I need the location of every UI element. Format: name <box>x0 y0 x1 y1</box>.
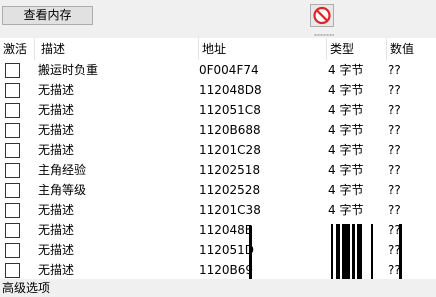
render-artifact <box>371 224 373 279</box>
column-header-type[interactable]: 类型 <box>327 38 387 60</box>
render-artifact <box>331 224 333 279</box>
active-checkbox[interactable] <box>5 183 20 198</box>
description-cell: 主角经验 <box>38 163 87 177</box>
table-row[interactable]: 主角经验 11202518 4 字节 ?? <box>0 160 436 180</box>
address-cell: 0F004F74 <box>199 63 259 77</box>
table-row[interactable]: 无描述 112048D8 4 字节 ?? <box>0 80 436 100</box>
table-row[interactable]: 搬运时负重 0F004F74 4 字节 ?? <box>0 60 436 80</box>
address-cell: 112048D8 <box>199 83 262 97</box>
description-cell: 无描述 <box>38 83 75 97</box>
value-cell: ?? <box>388 143 401 157</box>
active-checkbox[interactable] <box>5 143 20 158</box>
render-artifact <box>336 224 340 279</box>
type-cell: 4 字节 <box>328 123 364 137</box>
splitter-grip-icon[interactable] <box>314 34 334 36</box>
description-cell: 无描述 <box>38 243 75 257</box>
address-cell: 112048E <box>199 223 253 237</box>
active-checkbox[interactable] <box>5 163 20 178</box>
description-cell: 无描述 <box>38 123 75 137</box>
value-cell: ?? <box>388 203 401 217</box>
type-cell: 4 字节 <box>328 63 364 77</box>
table-row[interactable]: 无描述 11201C28 4 字节 ?? <box>0 140 436 160</box>
column-header-value[interactable]: 数值 <box>387 38 436 60</box>
description-cell: 主角等级 <box>38 183 87 197</box>
address-cell: 11202518 <box>199 163 261 177</box>
active-checkbox[interactable] <box>5 263 20 278</box>
table-row[interactable]: 无描述 1120B688 4 字节 ?? <box>0 120 436 140</box>
render-artifact <box>342 224 350 279</box>
address-cell: 112051D <box>199 243 255 257</box>
description-cell: 无描述 <box>38 203 75 217</box>
description-cell: 无描述 <box>38 143 75 157</box>
value-cell: ?? <box>388 163 401 177</box>
address-cell: 11201C38 <box>199 203 261 217</box>
cheat-table: 激活 描述 地址 类型 数值 搬运时负重 0F004F74 4 字节 ?? 无描… <box>0 38 436 279</box>
active-checkbox[interactable] <box>5 83 20 98</box>
active-checkbox[interactable] <box>5 203 20 218</box>
description-cell: 无描述 <box>38 103 75 117</box>
description-cell: 搬运时负重 <box>38 63 99 77</box>
address-cell: 1120B688 <box>199 123 261 137</box>
address-cell: 112051C8 <box>199 103 261 117</box>
active-checkbox[interactable] <box>5 103 20 118</box>
active-checkbox[interactable] <box>5 63 20 78</box>
type-cell: 4 字节 <box>328 143 364 157</box>
no-entry-icon <box>313 6 331 25</box>
render-artifact <box>249 226 252 279</box>
view-memory-button[interactable]: 查看内存 <box>2 6 93 25</box>
value-cell: ?? <box>388 123 401 137</box>
type-cell: 4 字节 <box>328 183 364 197</box>
column-header-active[interactable]: 激活 <box>0 38 35 60</box>
active-checkbox[interactable] <box>5 243 20 258</box>
description-cell: 无描述 <box>38 223 75 237</box>
stop-button[interactable] <box>310 4 334 27</box>
type-cell: 4 字节 <box>328 203 364 217</box>
render-artifact <box>352 224 355 279</box>
render-artifact <box>399 224 402 279</box>
value-cell: ?? <box>388 103 401 117</box>
table-row[interactable]: 主角等级 11202528 4 字节 ?? <box>0 180 436 200</box>
address-cell: 11202528 <box>199 183 261 197</box>
value-cell: ?? <box>388 83 401 97</box>
advanced-options-bar[interactable]: 高级选项 <box>0 279 436 297</box>
column-header-description[interactable]: 描述 <box>38 38 199 60</box>
column-header-address[interactable]: 地址 <box>199 38 327 60</box>
render-artifact <box>357 224 362 279</box>
toolbar: 查看内存 <box>0 0 436 32</box>
value-cell: ?? <box>388 63 401 77</box>
address-cell: 1120B69 <box>199 263 254 277</box>
active-checkbox[interactable] <box>5 223 20 238</box>
address-cell: 11201C28 <box>199 143 261 157</box>
type-cell: 4 字节 <box>328 103 364 117</box>
type-cell: 4 字节 <box>328 83 364 97</box>
table-row[interactable]: 无描述 11201C38 4 字节 ?? <box>0 200 436 220</box>
description-cell: 无描述 <box>38 263 75 277</box>
active-checkbox[interactable] <box>5 123 20 138</box>
value-cell: ?? <box>388 183 401 197</box>
table-row[interactable]: 无描述 112051C8 4 字节 ?? <box>0 100 436 120</box>
table-header: 激活 描述 地址 类型 数值 <box>0 38 436 60</box>
type-cell: 4 字节 <box>328 163 364 177</box>
